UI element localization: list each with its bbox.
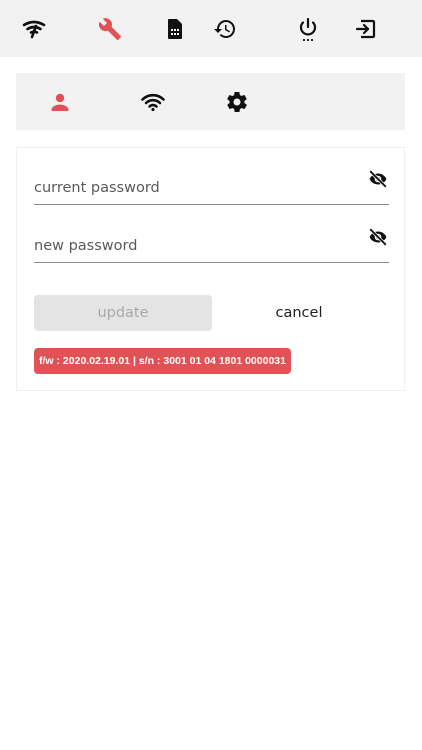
power-menu-icon[interactable]: [295, 16, 321, 42]
eye-off-icon[interactable]: [367, 226, 389, 248]
password-form-card: update cancel f/w : 2020.02.19.01 | s/n …: [16, 147, 405, 391]
new-password-field: [34, 222, 389, 263]
update-button[interactable]: update: [34, 295, 212, 331]
top-nav-bar: [0, 0, 422, 57]
current-password-input[interactable]: [34, 176, 354, 200]
current-password-field: [34, 164, 389, 205]
wrench-icon[interactable]: [97, 16, 123, 42]
history-icon[interactable]: [212, 16, 238, 42]
sim-card-icon[interactable]: [161, 16, 187, 42]
logout-icon[interactable]: [353, 16, 379, 42]
gear-icon[interactable]: [224, 89, 250, 115]
user-icon[interactable]: [47, 89, 73, 115]
new-password-input[interactable]: [34, 234, 354, 258]
signal-icon[interactable]: [21, 16, 47, 42]
eye-off-icon[interactable]: [367, 168, 389, 190]
wifi-icon[interactable]: [140, 89, 166, 115]
settings-tab-bar: [16, 73, 405, 130]
firmware-serial-badge: f/w : 2020.02.19.01 | s/n : 3001 01 04 1…: [34, 348, 291, 374]
cancel-button[interactable]: cancel: [213, 295, 385, 331]
